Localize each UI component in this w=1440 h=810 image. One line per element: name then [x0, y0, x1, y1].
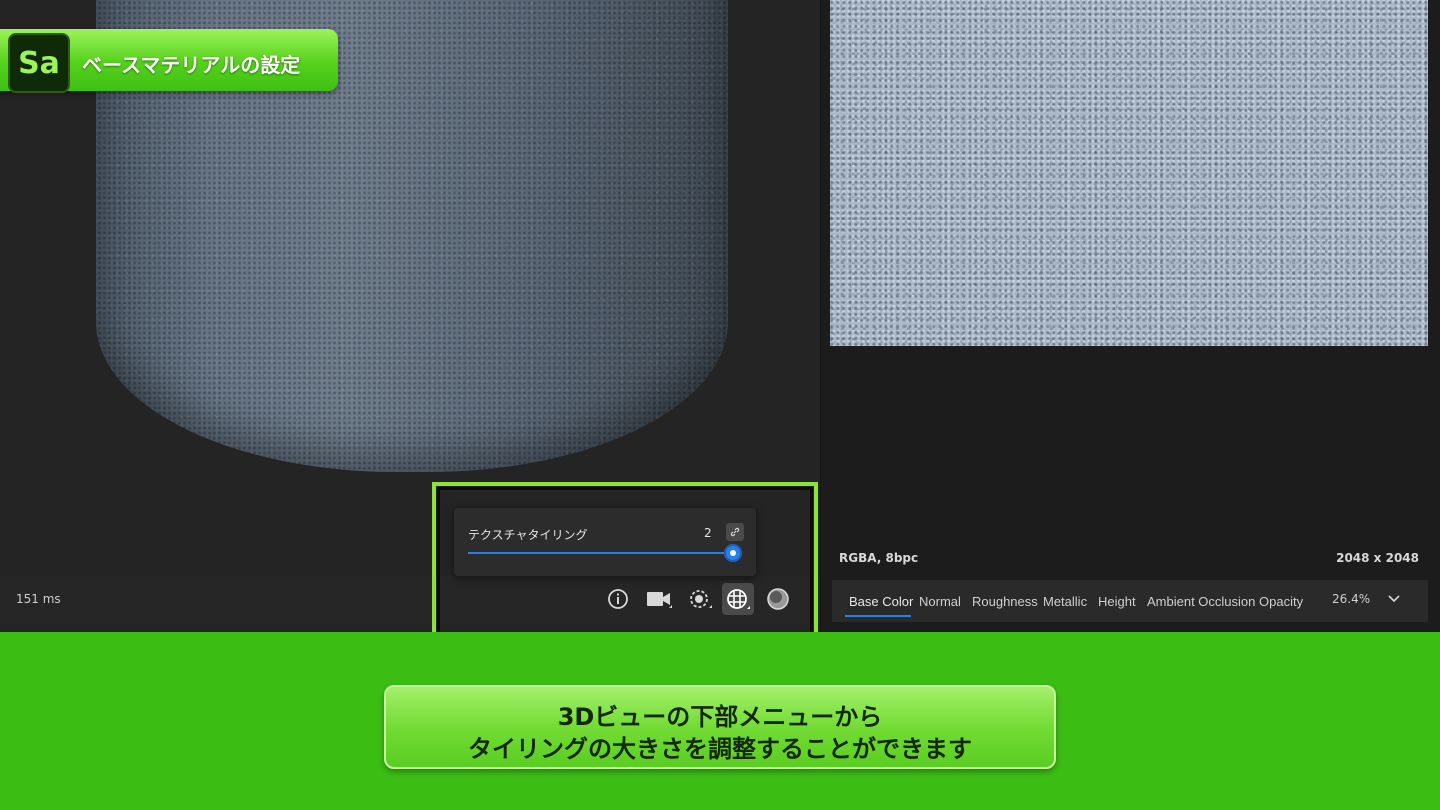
link-icon[interactable] [726, 523, 744, 541]
tab-normal[interactable]: Normal [919, 594, 961, 609]
texture-tiling-slider-track[interactable] [468, 552, 734, 554]
texture-size-label: 2048 x 2048 [1336, 551, 1419, 565]
info-button[interactable] [602, 583, 634, 615]
texture-tiling-label: テクスチャタイリング [468, 528, 588, 542]
material-ball-button[interactable] [762, 583, 794, 615]
tab-opacity[interactable]: Opacity [1259, 594, 1303, 609]
tab-ambient-occlusion[interactable]: Ambient Occlusion [1147, 594, 1255, 609]
substance-sampler-logo: Sa [8, 33, 70, 93]
tab-height[interactable]: Height [1098, 594, 1136, 609]
caption-line-1: 3Dビューの下部メニューから [557, 703, 883, 731]
chevron-down-icon[interactable] [1384, 590, 1404, 608]
camera-button[interactable] [643, 583, 675, 615]
active-tab-indicator [845, 615, 911, 617]
tiling-grid-icon [727, 589, 750, 609]
tab-metallic[interactable]: Metallic [1043, 594, 1087, 609]
texture-2d-preview[interactable] [830, 0, 1428, 346]
material-ball-icon [767, 588, 789, 610]
texture-tiling-slider-thumb[interactable] [724, 544, 742, 562]
texture-format-label: RGBA, 8bpc [839, 551, 919, 565]
tab-roughness[interactable]: Roughness [972, 594, 1038, 609]
section-title: ベースマテリアルの設定 [82, 53, 301, 77]
environment-button[interactable] [684, 583, 716, 615]
tiling-button[interactable] [722, 583, 754, 615]
texture-tiling-popover: テクスチャタイリング 2 [454, 508, 756, 576]
zoom-level[interactable]: 26.4% [1332, 592, 1370, 606]
environment-light-icon [690, 590, 712, 608]
render-time-label: 151 ms [16, 592, 61, 606]
tab-base-color[interactable]: Base Color [849, 594, 913, 609]
info-icon [608, 589, 628, 609]
video-camera-icon [647, 592, 672, 608]
caption-line-2: タイリングの大きさを調整することができます [468, 735, 972, 763]
texture-tiling-value[interactable]: 2 [704, 526, 712, 540]
